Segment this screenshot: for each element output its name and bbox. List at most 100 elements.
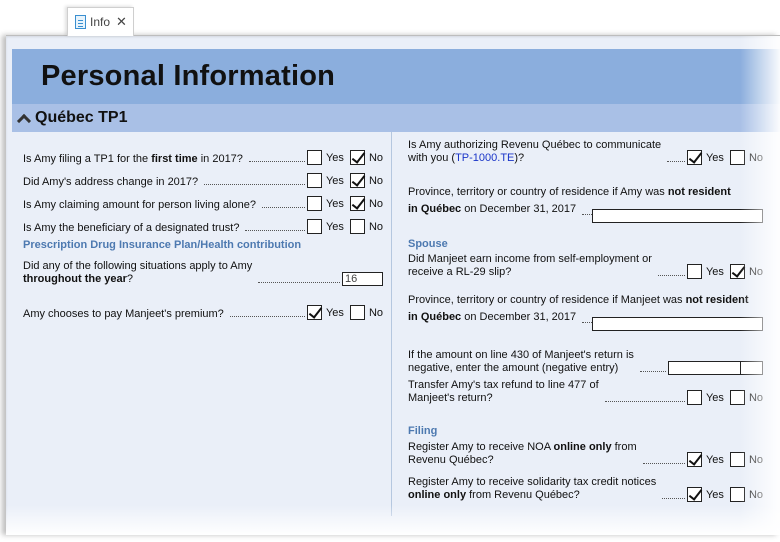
question-text: Province, territory or country of reside… [408, 294, 686, 306]
question-text: Transfer Amy's tax refund to line 477 of [408, 379, 599, 391]
question-authorize-communicate: Is Amy authorizing Revenu Québec to comm… [408, 139, 763, 165]
right-column: Is Amy authorizing Revenu Québec to comm… [408, 139, 763, 502]
no-checkbox[interactable] [729, 390, 745, 405]
tab-label: Info [90, 15, 111, 29]
yes-checkbox[interactable] [686, 150, 702, 165]
leader-dots [245, 230, 305, 231]
question-text: from [611, 441, 637, 453]
section-header-quebec-tp1[interactable]: Québec TP1 [12, 104, 780, 132]
yes-label: Yes [705, 391, 724, 404]
bottom-fade [6, 505, 780, 535]
question-text: on December 31, 2017 [461, 311, 577, 323]
leader-dots [582, 214, 592, 215]
leader-dots [229, 316, 305, 317]
no-label: No [748, 488, 763, 501]
question-living-alone: Is Amy claiming amount for person living… [23, 188, 383, 211]
question-text: with you ( [408, 152, 456, 164]
question-text: Did Amy's address change in 2017? [23, 176, 199, 188]
amy-residence-field: Province, territory or country of reside… [408, 184, 763, 223]
leader-dots [604, 401, 685, 402]
yes-label: Yes [705, 151, 724, 164]
manjeet-residence-input[interactable] [592, 317, 763, 331]
yes-checkbox[interactable] [686, 390, 702, 405]
line-430-amount-input[interactable] [668, 361, 763, 375]
question-line-430: If the amount on line 430 of Manjeet's r… [408, 349, 763, 375]
no-label: No [748, 453, 763, 466]
no-label: No [748, 391, 763, 404]
question-noa-online: Register Amy to receive NOA online only … [408, 441, 763, 467]
question-text: Did Manjeet earn income from self-employ… [408, 253, 652, 265]
amount-dollars-input[interactable] [668, 361, 741, 375]
question-text: Manjeet's return? [408, 392, 493, 404]
no-checkbox[interactable] [729, 452, 745, 467]
tp-1000-te-link[interactable]: TP-1000.TE [455, 152, 514, 164]
info-panel: Personal Information Québec TP1 Is Amy f… [6, 35, 780, 535]
amount-cents-input[interactable] [741, 361, 763, 375]
yes-label: Yes [325, 306, 344, 319]
yes-checkbox[interactable] [306, 173, 322, 188]
question-text: Did any of the following situations appl… [23, 260, 253, 272]
yes-checkbox[interactable] [306, 150, 322, 165]
leader-dots [662, 498, 685, 499]
question-pay-premium: Amy chooses to pay Manjeet's premium? Ye… [23, 297, 383, 320]
question-text: Register Amy to receive solidarity tax c… [408, 476, 657, 488]
manjeet-residence-field: Province, territory or country of reside… [408, 292, 763, 331]
question-text-bold: not resident [667, 186, 731, 198]
question-transfer-refund: Transfer Amy's tax refund to line 477 of… [408, 379, 763, 405]
yes-checkbox[interactable] [686, 452, 702, 467]
tab-info[interactable]: Info ✕ [67, 7, 134, 36]
question-text: Amy chooses to pay Manjeet's premium? [23, 308, 224, 320]
subheading-filing: Filing [408, 425, 438, 437]
question-text: receive a RL-29 slip? [408, 266, 512, 278]
leader-dots [657, 275, 685, 276]
yes-checkbox[interactable] [306, 305, 322, 320]
question-first-time: Is Amy filing a TP1 for the first time i… [23, 142, 383, 165]
no-label: No [368, 174, 383, 187]
no-checkbox[interactable] [729, 487, 745, 502]
leader-dots [639, 371, 666, 372]
question-text: from Revenu Québec? [466, 489, 580, 501]
question-text-bold: in Québec [408, 203, 462, 215]
yes-label: Yes [325, 174, 344, 187]
question-text-bold: online only [408, 489, 467, 501]
yes-checkbox[interactable] [306, 196, 322, 211]
question-text: Is Amy the beneficiary of a designated t… [23, 222, 240, 234]
question-text: Province, territory or country of reside… [408, 186, 668, 198]
no-checkbox[interactable] [729, 150, 745, 165]
leader-dots [258, 282, 340, 283]
close-icon[interactable]: ✕ [116, 14, 127, 30]
question-text: If the amount on line 430 of Manjeet's r… [408, 349, 634, 361]
left-column: Is Amy filing a TP1 for the first time i… [23, 142, 383, 320]
question-text: ? [126, 273, 134, 285]
no-checkbox[interactable] [729, 264, 745, 279]
no-checkbox[interactable] [349, 219, 365, 234]
question-text-bold: in Québec [408, 311, 462, 323]
question-text-bold: online only [553, 441, 612, 453]
question-text: Revenu Québec? [408, 454, 494, 466]
document-icon [75, 15, 86, 29]
situations-code-input[interactable]: 16 [342, 272, 383, 286]
yes-label: Yes [705, 265, 724, 278]
yes-checkbox[interactable] [306, 219, 322, 234]
question-text: in 2017? [197, 153, 243, 165]
chevron-up-icon[interactable] [16, 111, 30, 125]
yes-checkbox[interactable] [686, 487, 702, 502]
yes-checkbox[interactable] [686, 264, 702, 279]
no-checkbox[interactable] [349, 305, 365, 320]
no-label: No [368, 306, 383, 319]
amy-residence-input[interactable] [592, 209, 763, 223]
no-checkbox[interactable] [349, 173, 365, 188]
no-checkbox[interactable] [349, 150, 365, 165]
question-text-bold: not resident [685, 294, 749, 306]
page-header: Personal Information [12, 49, 780, 104]
question-situations: Did any of the following situations appl… [23, 260, 383, 286]
question-text-bold: first time [151, 153, 198, 165]
no-label: No [368, 151, 383, 164]
no-checkbox[interactable] [349, 196, 365, 211]
question-text: on December 31, 2017 [461, 203, 577, 215]
leader-dots [582, 322, 592, 323]
leader-dots [248, 161, 305, 162]
no-label: No [368, 220, 383, 233]
question-text-bold: throughout the year [23, 273, 127, 285]
question-text: Is Amy filing a TP1 for the [23, 153, 152, 165]
